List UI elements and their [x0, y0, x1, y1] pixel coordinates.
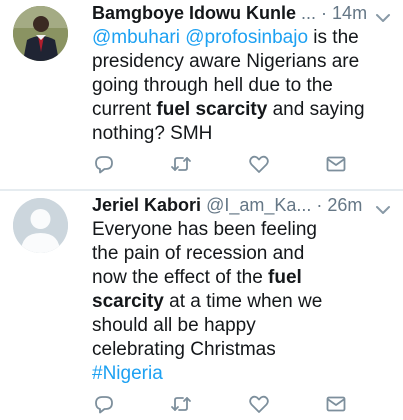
direct-message-icon[interactable]	[324, 392, 348, 416]
text-fragment: Everyone has been feeling	[92, 219, 317, 240]
text-fragment: should all be happy	[92, 315, 256, 336]
text-fragment: the pain of recession and	[92, 243, 305, 264]
reply-icon[interactable]	[92, 152, 116, 176]
text-fragment: presidency aware Nigerians are	[92, 51, 360, 72]
author-name[interactable]: Bamgboye Idowu Kunle	[92, 3, 296, 23]
divider	[0, 189, 403, 191]
text-fragment: is the	[308, 27, 359, 48]
text-fragment: celebrating Christmas	[92, 339, 276, 360]
tweet-header: Bamgboye Idowu Kunle ... · 14m	[92, 0, 391, 26]
text-fragment: at a time when we	[163, 291, 323, 312]
text-fragment: nothing? SMH	[92, 123, 213, 144]
tweet-actions	[92, 152, 362, 176]
avatar[interactable]	[13, 6, 68, 61]
tweet-text: @mbuhari @profosinbajo is the presidency…	[92, 26, 392, 146]
highlighted-keyword: fuel scarcity	[156, 99, 268, 120]
timestamp[interactable]: 14m	[332, 3, 367, 23]
retweet-icon[interactable]	[169, 152, 193, 176]
retweet-icon[interactable]	[169, 392, 193, 416]
like-icon[interactable]	[247, 152, 271, 176]
highlighted-keyword: scarcity	[92, 291, 164, 312]
text-fragment: going through hell due to the	[92, 75, 333, 96]
text-fragment: now the effect of the	[92, 267, 269, 288]
author-name[interactable]: Jeriel Kabori	[92, 195, 201, 215]
mention-link[interactable]: @profosinbajo	[185, 27, 308, 48]
tweet-header: Jeriel Kabori @I_am_Ka... · 26m	[92, 192, 391, 218]
timestamp[interactable]: 26m	[327, 195, 362, 215]
highlighted-keyword: fuel	[268, 267, 302, 288]
tweet-actions	[92, 392, 362, 416]
tweet[interactable]: Bamgboye Idowu Kunle ... · 14m @mbuhari …	[0, 0, 403, 190]
tweet[interactable]: Jeriel Kabori @I_am_Ka... · 26m Everyone…	[0, 192, 403, 420]
text-fragment: and saying	[267, 99, 365, 120]
tweet-text: Everyone has been feeling the pain of re…	[92, 218, 392, 386]
text-fragment: current	[92, 99, 157, 120]
chevron-down-icon[interactable]	[375, 6, 391, 22]
like-icon[interactable]	[247, 392, 271, 416]
direct-message-icon[interactable]	[324, 152, 348, 176]
reply-icon[interactable]	[92, 392, 116, 416]
author-handle[interactable]: @I_am_Ka...	[206, 195, 311, 215]
separator: ·	[311, 195, 328, 215]
author-handle[interactable]: ...	[301, 3, 316, 23]
chevron-down-icon[interactable]	[375, 198, 391, 214]
separator: ·	[316, 3, 333, 23]
avatar[interactable]	[13, 198, 68, 253]
mention-link[interactable]: @mbuhari	[92, 27, 180, 48]
hashtag-link[interactable]: #Nigeria	[92, 363, 163, 384]
